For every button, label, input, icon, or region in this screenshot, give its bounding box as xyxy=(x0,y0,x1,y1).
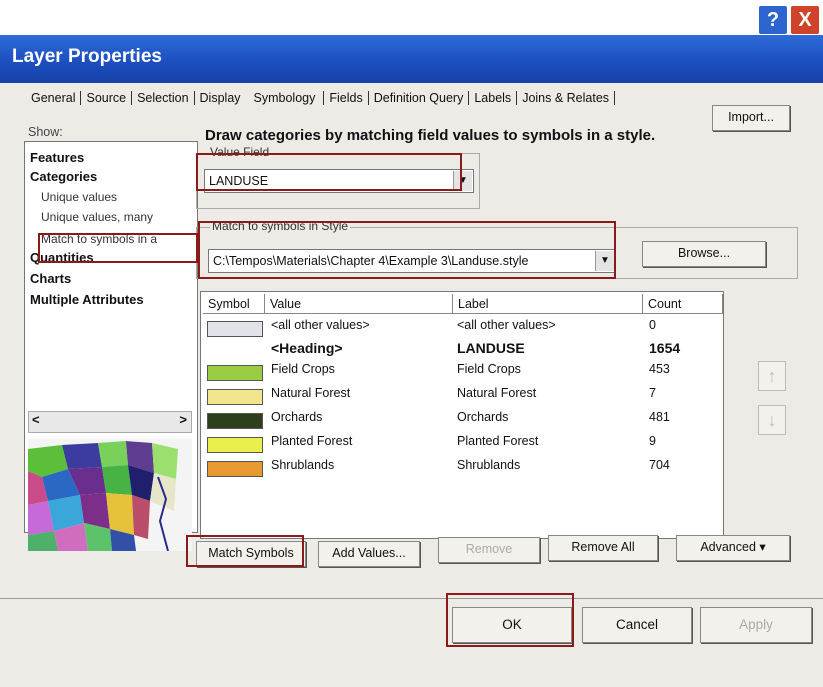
row-count: 0 xyxy=(649,318,656,332)
symbol-swatch[interactable] xyxy=(207,321,263,337)
row-value: Planted Forest xyxy=(271,434,353,448)
table-row[interactable]: Field Crops Field Crops 453 xyxy=(201,362,721,385)
table-row[interactable]: Shrublands Shrublands 704 xyxy=(201,458,721,481)
tab-bar: General Source Selection Display Symbology Fi… xyxy=(26,91,616,117)
symbol-swatch[interactable] xyxy=(207,389,263,405)
table-row[interactable]: Orchards Orchards 481 xyxy=(201,410,721,433)
style-group-label: Match to symbols in Style xyxy=(210,219,351,233)
chevron-down-icon[interactable]: ▼ xyxy=(595,251,614,271)
tab-labels[interactable]: Labels xyxy=(469,91,518,105)
row-count: 704 xyxy=(649,458,670,472)
style-path-value: C:\Tempos\Materials\Chapter 4\Example 3\… xyxy=(213,254,529,268)
row-label: <all other values> xyxy=(457,318,556,332)
remove-all-button[interactable]: Remove All xyxy=(548,535,658,561)
chevron-down-icon: ▾ xyxy=(759,540,766,554)
value-field-dropdown[interactable]: LANDUSE ▼ xyxy=(204,169,474,193)
window-title: Layer Properties xyxy=(12,46,162,67)
landuse-map-image xyxy=(28,439,192,551)
column-header-symbol[interactable]: Symbol xyxy=(203,294,265,314)
column-header-count[interactable]: Count xyxy=(643,294,723,314)
preview-map xyxy=(28,439,192,551)
advanced-label: Advanced xyxy=(700,540,756,554)
symbology-heading: Draw categories by matching field values… xyxy=(205,127,656,144)
browse-button[interactable]: Browse... xyxy=(642,241,766,267)
table-row[interactable]: Natural Forest Natural Forest 7 xyxy=(201,386,721,409)
row-label: Field Crops xyxy=(457,362,521,376)
tree-horizontal-scrollbar[interactable]: < > xyxy=(28,411,192,433)
row-count: 481 xyxy=(649,410,670,424)
row-count: 9 xyxy=(649,434,656,448)
tree-unique-values-many[interactable]: Unique values, many xyxy=(41,210,153,224)
ok-button[interactable]: OK xyxy=(452,607,572,643)
symbol-table[interactable]: Symbol Value Label Count <all other valu… xyxy=(200,291,724,539)
chevron-down-icon[interactable]: ▼ xyxy=(453,171,472,191)
table-row[interactable]: Planted Forest Planted Forest 9 xyxy=(201,434,721,457)
tree-match-to-symbols[interactable]: Match to symbols in a xyxy=(41,232,157,246)
dialog-body: General Source Selection Display Symbology Fi… xyxy=(0,83,823,687)
row-label: Orchards xyxy=(457,410,509,424)
row-label: Natural Forest xyxy=(457,386,537,400)
value-field-value: LANDUSE xyxy=(209,174,269,188)
tree-categories[interactable]: Categories xyxy=(30,169,97,184)
row-count: 453 xyxy=(649,362,670,376)
tab-general[interactable]: General xyxy=(26,91,82,105)
symbol-swatch[interactable] xyxy=(207,461,263,477)
tree-charts[interactable]: Charts xyxy=(30,271,71,286)
row-count: 7 xyxy=(649,386,656,400)
symbol-swatch[interactable] xyxy=(207,413,263,429)
row-value: Natural Forest xyxy=(271,386,351,400)
remove-button[interactable]: Remove xyxy=(438,537,540,563)
scroll-right-icon[interactable]: > xyxy=(179,412,187,427)
tab-definition-query[interactable]: Definition Query xyxy=(369,91,470,105)
move-up-button[interactable]: ↑ xyxy=(758,361,786,391)
help-button[interactable]: ? xyxy=(758,5,788,35)
value-field-label: Value Field xyxy=(208,145,272,159)
column-header-value[interactable]: Value xyxy=(265,294,453,314)
tab-joins-relates[interactable]: Joins & Relates xyxy=(517,91,616,105)
tab-fields[interactable]: Fields xyxy=(324,91,369,105)
style-path-dropdown[interactable]: C:\Tempos\Materials\Chapter 4\Example 3\… xyxy=(208,249,616,273)
apply-button[interactable]: Apply xyxy=(700,607,812,643)
tab-selection[interactable]: Selection xyxy=(132,91,195,105)
add-values-button[interactable]: Add Values... xyxy=(318,541,420,567)
table-row[interactable]: <Heading> LANDUSE 1654 xyxy=(201,340,721,363)
arrow-up-icon: ↑ xyxy=(767,366,777,386)
scroll-left-icon[interactable]: < xyxy=(32,412,40,427)
tab-display[interactable]: Display xyxy=(195,91,246,105)
table-row[interactable]: <all other values> <all other values> 0 xyxy=(201,318,721,341)
footer-divider xyxy=(0,598,823,599)
row-value: <all other values> xyxy=(271,318,370,332)
row-value: Shrublands xyxy=(271,458,335,472)
column-header-label[interactable]: Label xyxy=(453,294,643,314)
move-down-button[interactable]: ↓ xyxy=(758,405,786,435)
tree-quantities[interactable]: Quantities xyxy=(30,250,94,265)
tree-multiple-attributes[interactable]: Multiple Attributes xyxy=(30,292,144,307)
row-label: LANDUSE xyxy=(457,340,525,356)
arrow-down-icon: ↓ xyxy=(767,410,777,430)
row-label: Shrublands xyxy=(457,458,521,472)
advanced-button[interactable]: Advanced ▾ xyxy=(676,535,790,561)
symbol-swatch[interactable] xyxy=(207,437,263,453)
tab-source[interactable]: Source xyxy=(81,91,133,105)
tree-features[interactable]: Features xyxy=(30,150,84,165)
symbol-swatch[interactable] xyxy=(207,365,263,381)
import-button[interactable]: Import... xyxy=(712,105,790,131)
tree-unique-values[interactable]: Unique values xyxy=(41,190,117,204)
row-value: Orchards xyxy=(271,410,323,424)
show-label: Show: xyxy=(28,125,63,139)
row-value: <Heading> xyxy=(271,340,343,356)
close-button[interactable]: X xyxy=(790,5,820,35)
row-value: Field Crops xyxy=(271,362,335,376)
tab-symbology[interactable]: Symbology xyxy=(246,91,325,105)
match-symbols-button[interactable]: Match Symbols xyxy=(196,541,306,567)
cancel-button[interactable]: Cancel xyxy=(582,607,692,643)
row-count: 1654 xyxy=(649,340,681,356)
row-label: Planted Forest xyxy=(457,434,539,448)
